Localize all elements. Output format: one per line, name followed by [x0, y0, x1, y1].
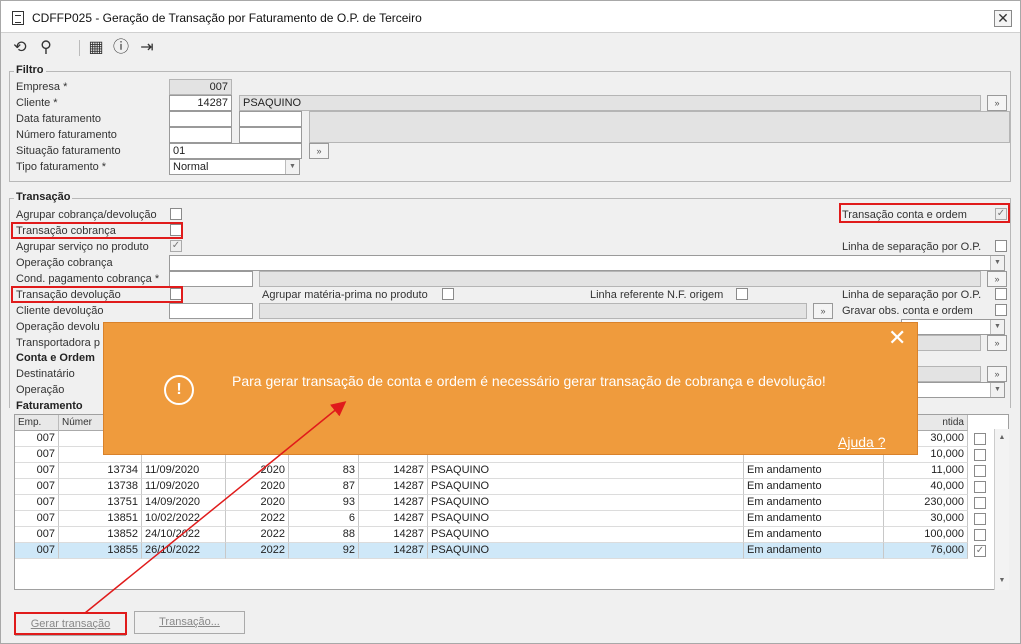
- application-window: CDFFP025 - Geração de Transação por Fatu…: [0, 0, 1021, 644]
- annotation-arrow: [84, 401, 347, 614]
